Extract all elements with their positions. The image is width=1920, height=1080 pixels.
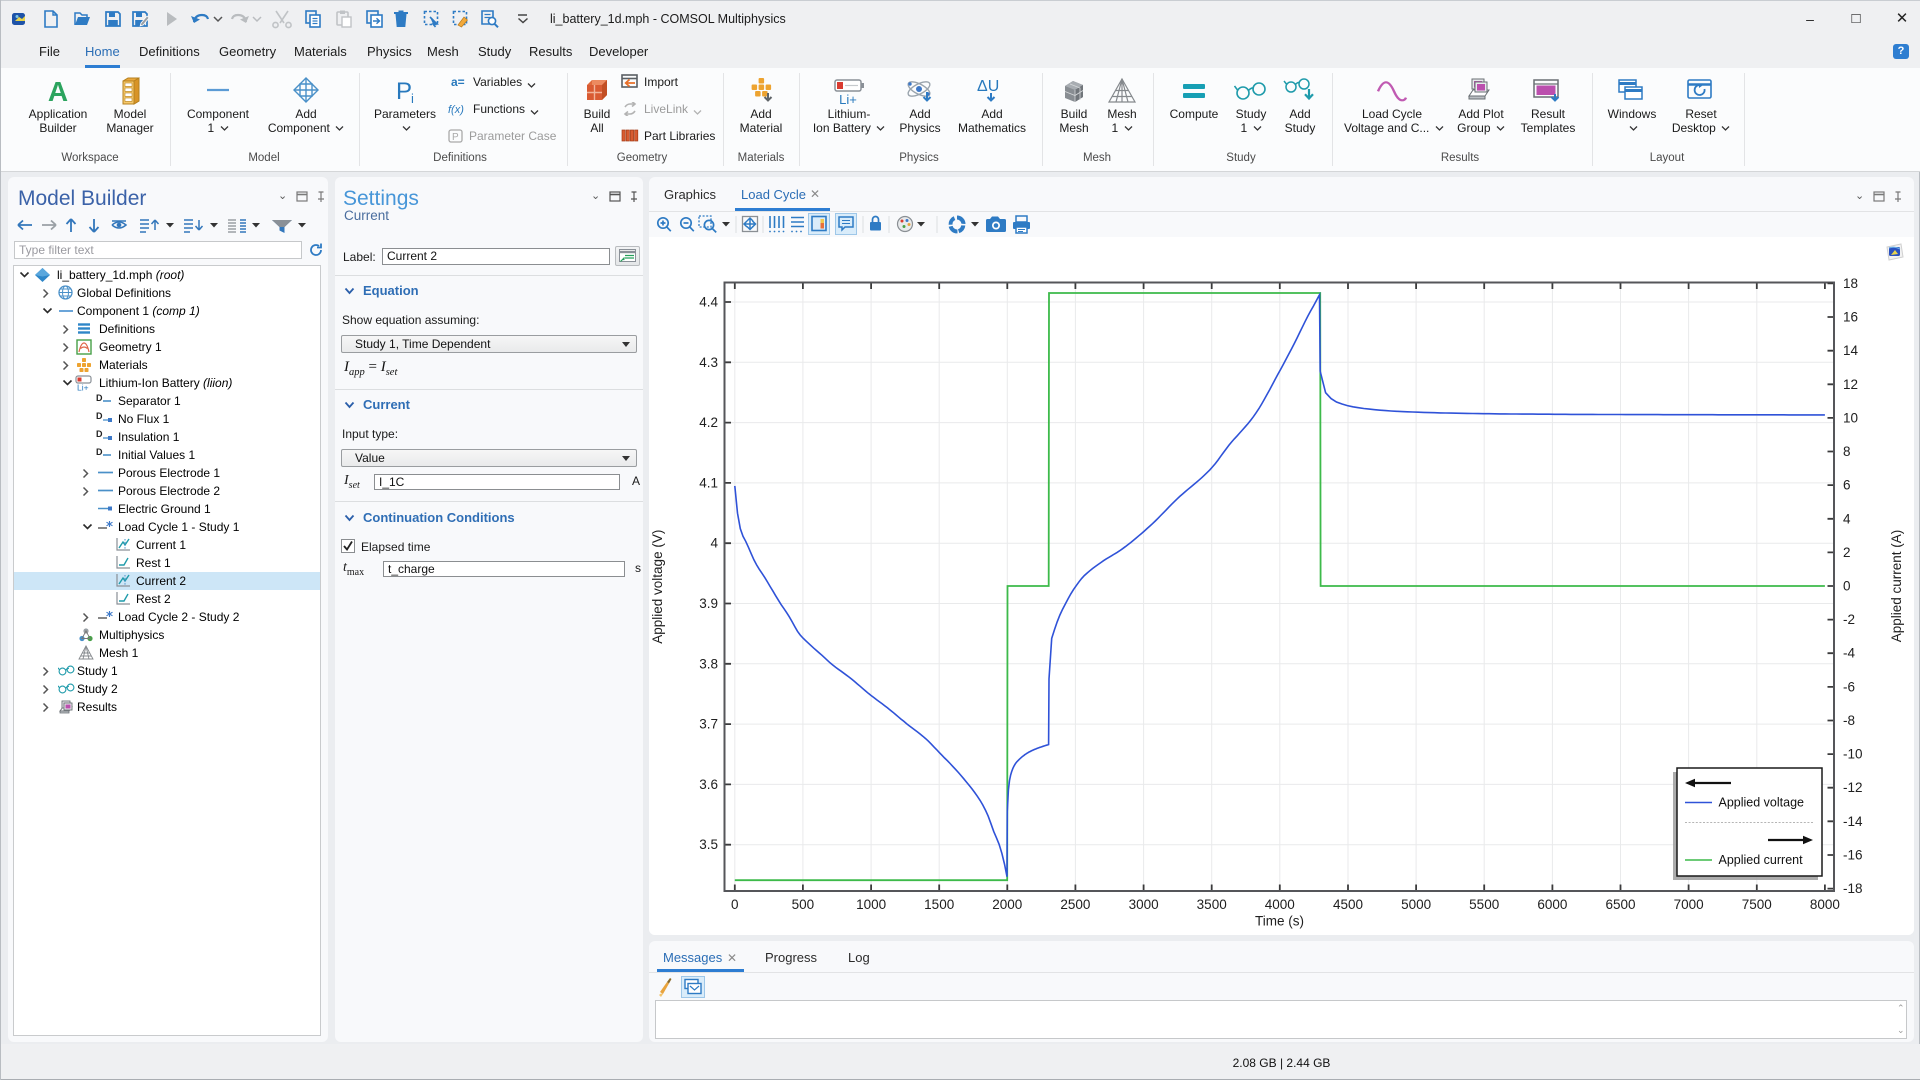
svg-text:-10: -10: [1843, 747, 1863, 762]
svg-text:6: 6: [1843, 478, 1851, 493]
svg-text:5000: 5000: [1401, 897, 1431, 912]
svg-text:3.5: 3.5: [699, 837, 718, 852]
svg-text:P: P: [396, 78, 412, 105]
svg-text:-18: -18: [1843, 881, 1863, 896]
svg-text:3.9: 3.9: [699, 596, 718, 611]
svg-text:0: 0: [731, 897, 739, 912]
svg-text:7000: 7000: [1674, 897, 1704, 912]
svg-text:3.6: 3.6: [699, 777, 718, 792]
svg-text:7500: 7500: [1742, 897, 1772, 912]
svg-text:4.3: 4.3: [699, 355, 718, 370]
svg-text:Li+: Li+: [77, 383, 89, 392]
svg-text:D: D: [96, 447, 103, 457]
svg-text:6000: 6000: [1537, 897, 1567, 912]
svg-text:0: 0: [1843, 579, 1851, 594]
svg-text:2000: 2000: [992, 897, 1022, 912]
svg-text:Applied voltage (V): Applied voltage (V): [650, 530, 665, 644]
svg-text:-8: -8: [1843, 713, 1855, 728]
svg-text:4: 4: [1843, 511, 1851, 526]
svg-text:Applied current (A): Applied current (A): [1889, 530, 1904, 643]
svg-text:-2: -2: [1843, 612, 1855, 627]
svg-text:8: 8: [1843, 444, 1851, 459]
svg-text:3.7: 3.7: [699, 717, 718, 732]
svg-text:a=: a=: [451, 75, 465, 89]
svg-text:16: 16: [1843, 310, 1858, 325]
svg-text:10: 10: [1843, 410, 1858, 425]
svg-text:3500: 3500: [1197, 897, 1227, 912]
svg-text:P: P: [452, 132, 459, 143]
svg-text:-14: -14: [1843, 814, 1863, 829]
svg-text:500: 500: [792, 897, 815, 912]
svg-text:1000: 1000: [856, 897, 886, 912]
svg-text:f(x): f(x): [448, 104, 464, 116]
svg-text:4.1: 4.1: [699, 475, 718, 490]
svg-text:D: D: [96, 429, 103, 439]
svg-text:A: A: [48, 76, 68, 106]
svg-text:4.2: 4.2: [699, 415, 718, 430]
svg-text:Applied voltage: Applied voltage: [1719, 796, 1805, 810]
svg-text:12: 12: [1843, 377, 1858, 392]
svg-text:i: i: [411, 91, 414, 106]
svg-text:-12: -12: [1843, 780, 1863, 795]
svg-text:4: 4: [710, 536, 718, 551]
svg-text:3.8: 3.8: [699, 656, 718, 671]
svg-text:4000: 4000: [1265, 897, 1295, 912]
svg-text:Li+: Li+: [839, 92, 857, 106]
svg-text:ΔU: ΔU: [977, 78, 999, 95]
svg-text:2500: 2500: [1060, 897, 1090, 912]
svg-text:18: 18: [1843, 276, 1858, 291]
svg-text:14: 14: [1843, 343, 1859, 358]
svg-text:3000: 3000: [1129, 897, 1159, 912]
svg-text:8000: 8000: [1810, 897, 1840, 912]
svg-text:6500: 6500: [1605, 897, 1635, 912]
svg-text:D: D: [96, 411, 103, 421]
svg-text:-16: -16: [1843, 848, 1863, 863]
svg-text:D: D: [96, 393, 103, 403]
svg-text:4500: 4500: [1333, 897, 1363, 912]
svg-text:-6: -6: [1843, 679, 1855, 694]
svg-text:-4: -4: [1843, 646, 1855, 661]
svg-text:1500: 1500: [924, 897, 954, 912]
svg-text:Time (s): Time (s): [1255, 914, 1304, 929]
svg-text:2: 2: [1843, 545, 1851, 560]
svg-text:4.4: 4.4: [699, 295, 718, 310]
svg-text:5500: 5500: [1469, 897, 1499, 912]
svg-text:Applied current: Applied current: [1719, 853, 1804, 867]
